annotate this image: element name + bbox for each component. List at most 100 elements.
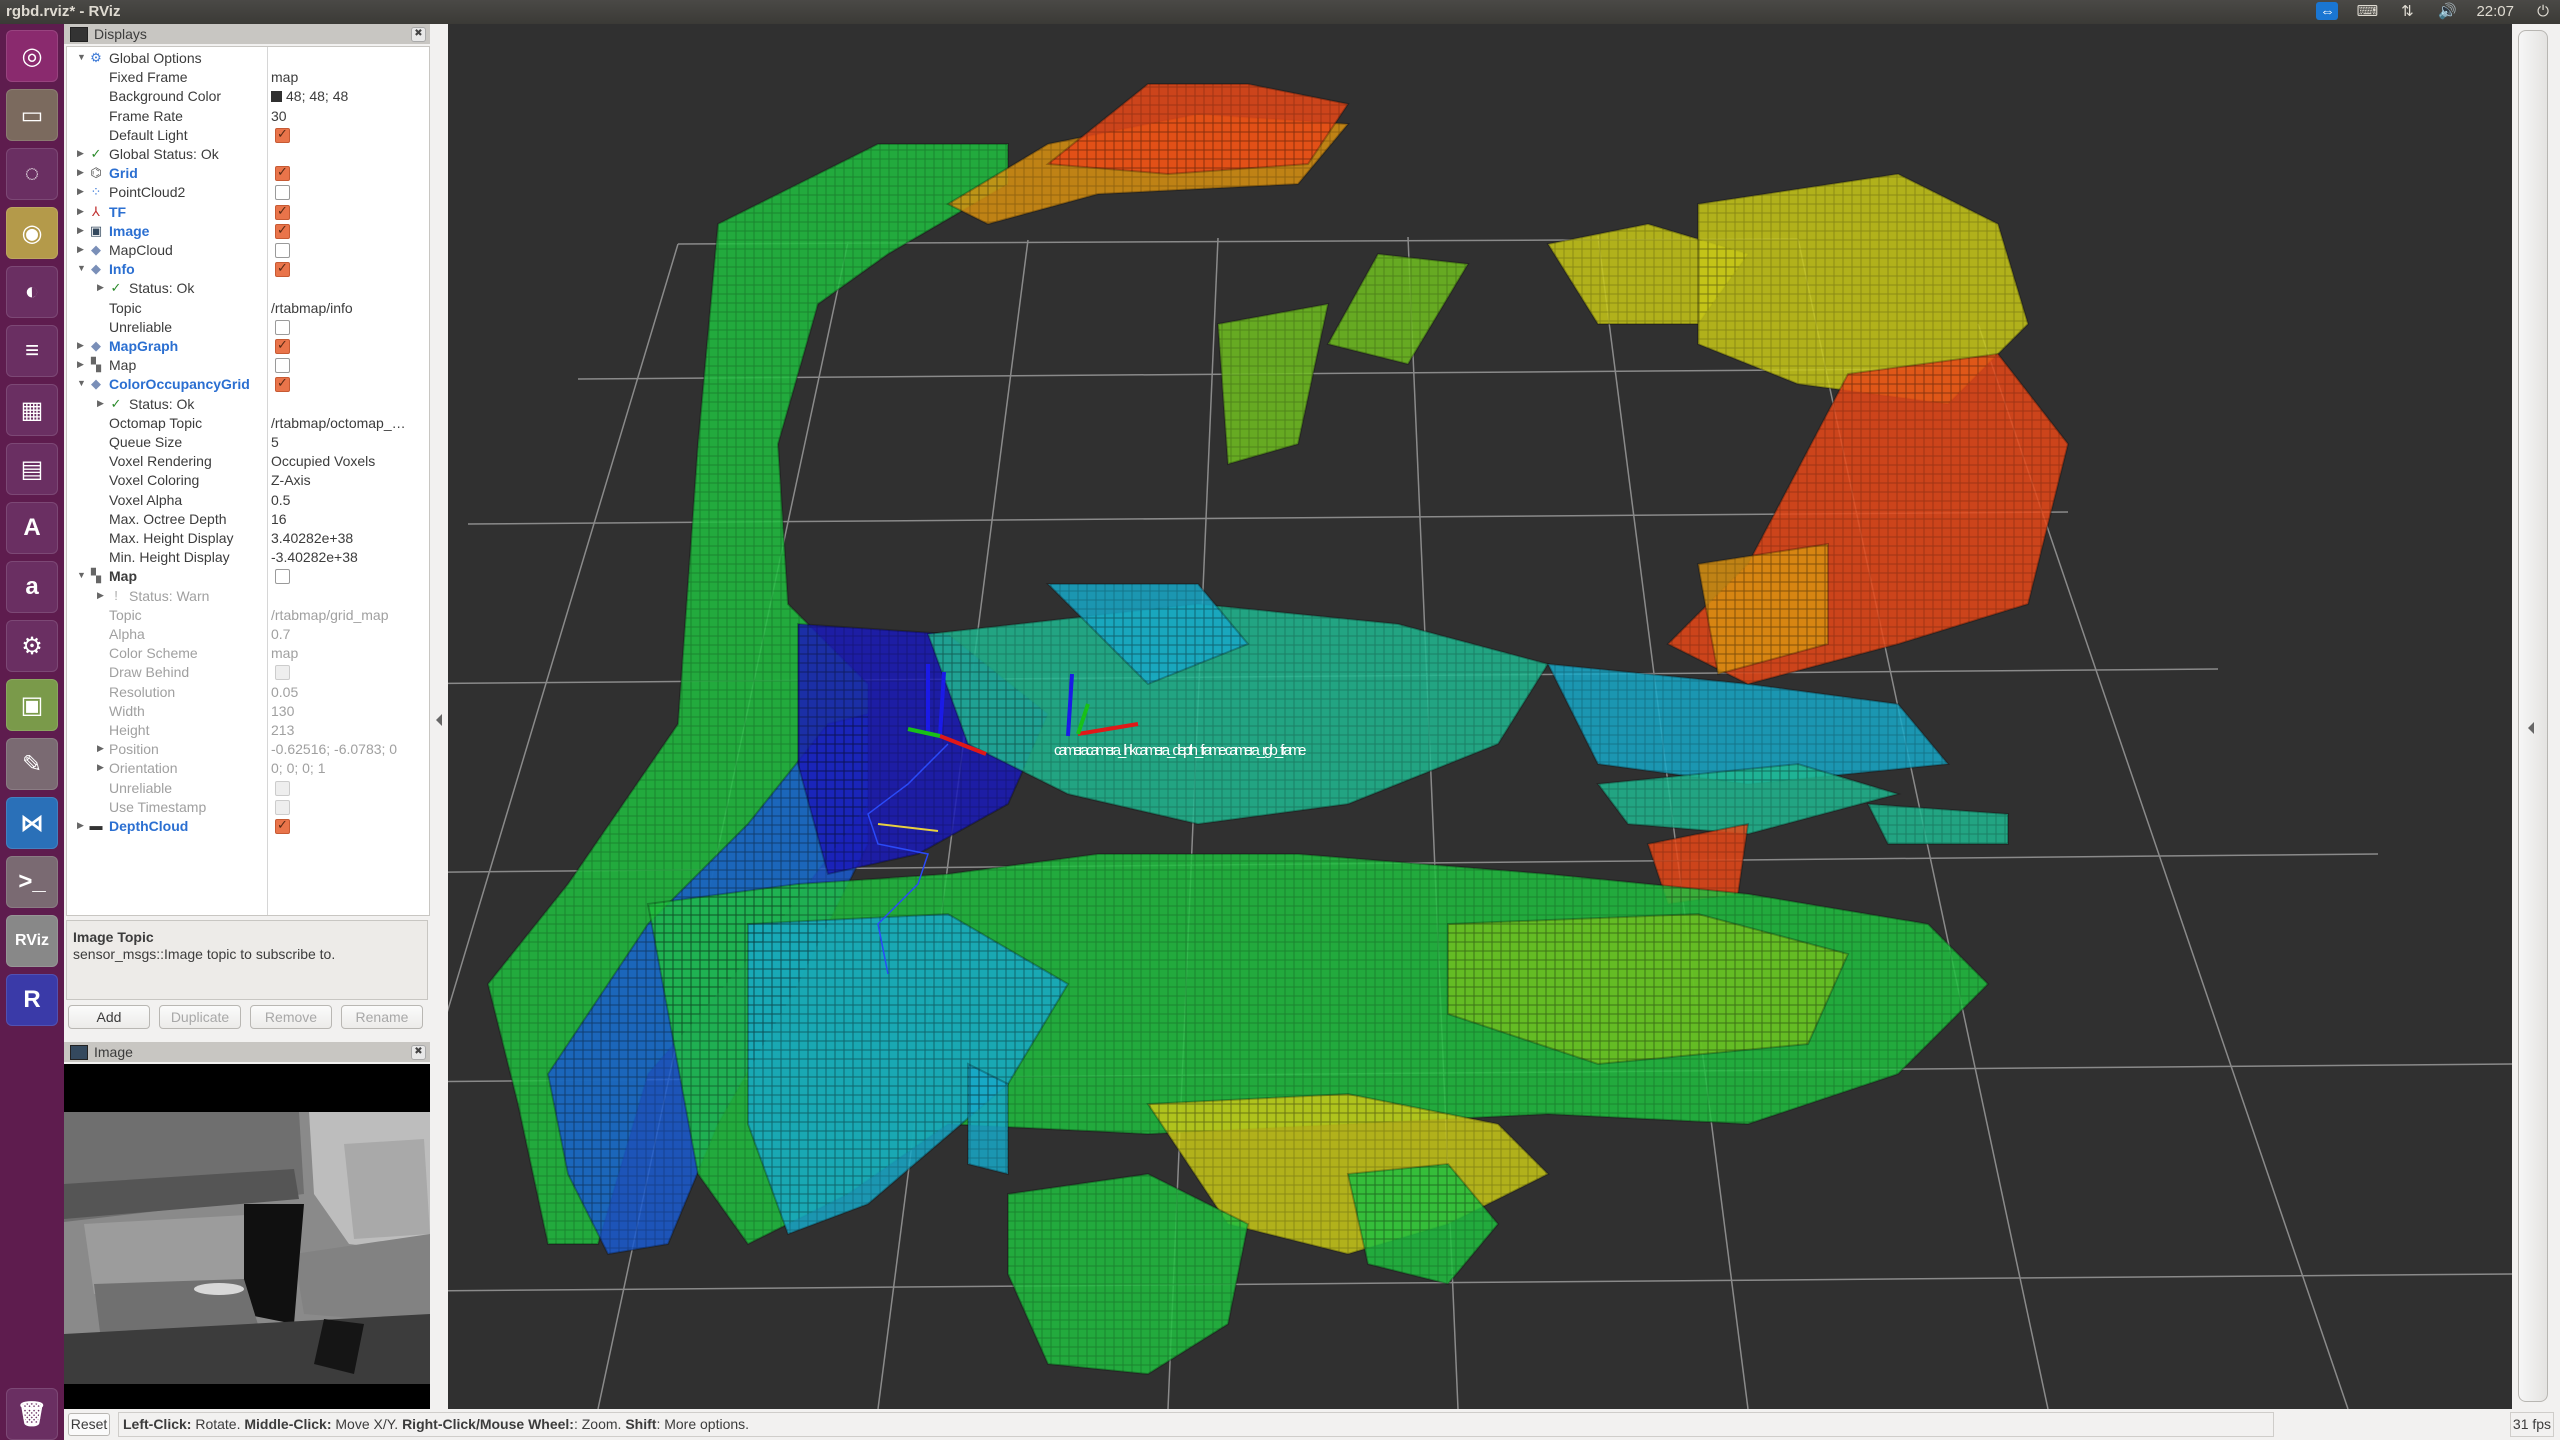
- launcher-chat-app[interactable]: ◌: [6, 148, 58, 200]
- display-tree-row[interactable]: ▶ ◆ MapCloud: [67, 241, 427, 260]
- row-value[interactable]: Occupied Voxels: [271, 453, 375, 469]
- display-tree-row[interactable]: ▶ ◆ MapGraph: [67, 337, 427, 356]
- row-value[interactable]: 3.40282e+38: [271, 530, 353, 546]
- display-tree-row[interactable]: Alpha 0.7: [67, 625, 427, 644]
- launcher-chrome[interactable]: ◉: [6, 207, 58, 259]
- close-icon[interactable]: ✖: [411, 27, 426, 42]
- enable-checkbox[interactable]: [275, 375, 290, 393]
- add-button[interactable]: Add: [68, 1005, 150, 1029]
- display-tree-row[interactable]: ▶ ▣ Image: [67, 222, 427, 241]
- row-value[interactable]: 213: [271, 722, 294, 738]
- display-tree-row[interactable]: Draw Behind: [67, 663, 427, 682]
- enable-checkbox[interactable]: [275, 780, 290, 796]
- row-value[interactable]: map: [271, 645, 298, 661]
- display-tree-row[interactable]: Unreliable: [67, 318, 427, 337]
- display-tree-row[interactable]: ▶! Status: Warn: [67, 587, 427, 606]
- launcher-vscode[interactable]: ⋈: [6, 797, 58, 849]
- launcher-text-editor[interactable]: ✎: [6, 738, 58, 790]
- launcher-software-center[interactable]: A: [6, 502, 58, 554]
- power-icon[interactable]: ⏻: [2532, 2, 2554, 20]
- row-value[interactable]: 0; 0; 0; 1: [271, 760, 325, 776]
- row-value[interactable]: 0.05: [271, 684, 298, 700]
- row-value[interactable]: -3.40282e+38: [271, 549, 358, 565]
- launcher-firefox[interactable]: ◐: [6, 266, 58, 318]
- display-tree-row[interactable]: Voxel Rendering Occupied Voxels: [67, 452, 427, 471]
- row-value[interactable]: 130: [271, 703, 294, 719]
- 3d-scene[interactable]: [448, 24, 2512, 1409]
- launcher-libreoffice-calc[interactable]: ▦: [6, 384, 58, 436]
- expand-arrow-icon[interactable]: ▼: [77, 378, 86, 388]
- enable-checkbox[interactable]: [275, 243, 290, 258]
- display-tree-row[interactable]: Unreliable: [67, 779, 427, 798]
- row-value[interactable]: 48; 48; 48: [271, 88, 348, 104]
- clock[interactable]: 22:07: [2476, 3, 2514, 20]
- display-tree-row[interactable]: Max. Height Display 3.40282e+38: [67, 529, 427, 548]
- enable-checkbox[interactable]: [275, 260, 290, 278]
- row-value[interactable]: 30: [271, 108, 287, 124]
- launcher-system-settings[interactable]: ⚙: [6, 620, 58, 672]
- enable-checkbox[interactable]: [275, 185, 290, 201]
- display-tree-row[interactable]: Queue Size 5: [67, 433, 427, 452]
- display-tree-row[interactable]: Topic/rtabmap/info: [67, 299, 427, 318]
- collapse-arrow-icon[interactable]: ▶: [77, 359, 84, 370]
- display-tree-row[interactable]: Background Color 48; 48; 48: [67, 87, 427, 106]
- display-tree-row[interactable]: ▶ Orientation 0; 0; 0; 1: [67, 759, 427, 778]
- display-tree-row[interactable]: Width 130: [67, 702, 427, 721]
- duplicate-button[interactable]: Duplicate: [159, 1005, 241, 1029]
- enable-checkbox[interactable]: [275, 665, 290, 681]
- launcher-trash[interactable]: 🗑: [6, 1388, 58, 1440]
- keyboard-icon[interactable]: ⌨: [2356, 2, 2379, 20]
- display-tree-row[interactable]: ▶ ⁘ PointCloud2: [67, 183, 427, 202]
- enable-checkbox[interactable]: [275, 358, 290, 374]
- enable-checkbox[interactable]: [275, 569, 290, 585]
- display-tree-row[interactable]: ▶ Position -0.62516; -6.0783; 0: [67, 740, 427, 759]
- launcher-terminal[interactable]: >_: [6, 856, 58, 908]
- display-tree-row[interactable]: ▶ ✓ Global Status: Ok: [67, 145, 427, 164]
- expand-views-arrow-icon[interactable]: [2528, 722, 2534, 734]
- collapse-arrow-icon[interactable]: ▶: [77, 167, 84, 178]
- collapse-arrow-icon[interactable]: ▶: [77, 340, 84, 351]
- displays-tree[interactable]: ▼ ⚙ Global Options Fixed Frame map Background…: [66, 46, 430, 916]
- collapse-arrow-icon[interactable]: ▶: [97, 282, 104, 293]
- display-tree-row[interactable]: ▶ ✓ Status: Ok: [67, 279, 427, 298]
- collapse-arrow-icon[interactable]: ▶: [97, 590, 104, 601]
- row-value[interactable]: -0.62516; -6.0783; 0: [271, 741, 397, 757]
- display-tree-row[interactable]: ▶ ▚ Map: [67, 356, 427, 375]
- remove-button[interactable]: Remove: [250, 1005, 332, 1029]
- display-tree-row[interactable]: ▼ ◆ ColorOccupancyGrid: [67, 375, 427, 394]
- enable-checkbox[interactable]: [275, 337, 290, 354]
- collapse-left-arrow-icon[interactable]: [436, 714, 442, 726]
- enable-checkbox[interactable]: [275, 203, 290, 220]
- collapse-arrow-icon[interactable]: ▶: [77, 186, 84, 197]
- launcher-libreoffice-impress[interactable]: ▤: [6, 443, 58, 495]
- expand-arrow-icon[interactable]: ▼: [77, 570, 86, 580]
- display-tree-row[interactable]: ▼ ◆ Info: [67, 260, 427, 279]
- views-panel-handle[interactable]: [2518, 30, 2548, 1402]
- row-value[interactable]: /rtabmap/grid_map: [271, 607, 389, 623]
- launcher-amazon[interactable]: a: [6, 561, 58, 613]
- collapse-arrow-icon[interactable]: ▶: [97, 743, 104, 754]
- display-tree-row[interactable]: ▶ ✓ Status: Ok: [67, 395, 427, 414]
- display-tree-row[interactable]: Frame Rate 30: [67, 107, 427, 126]
- panel-splitter[interactable]: [430, 24, 448, 1409]
- teamviewer-icon[interactable]: ⇔: [2316, 2, 2339, 20]
- launcher-rviz[interactable]: RViz: [6, 915, 58, 967]
- display-tree-row[interactable]: Voxel Alpha 0.5: [67, 491, 427, 510]
- display-tree-row[interactable]: Min. Height Display -3.40282e+38: [67, 548, 427, 567]
- row-value[interactable]: 0.5: [271, 492, 290, 508]
- collapse-arrow-icon[interactable]: ▶: [77, 244, 84, 255]
- color-swatch[interactable]: [271, 91, 282, 103]
- display-tree-row[interactable]: Use Timestamp: [67, 798, 427, 817]
- display-tree-row[interactable]: Default Light: [67, 126, 427, 145]
- row-value[interactable]: /rtabmap/info: [271, 300, 353, 316]
- network-icon[interactable]: ⇅: [2396, 2, 2418, 20]
- rename-button[interactable]: Rename: [341, 1005, 423, 1029]
- display-tree-row[interactable]: Color Scheme map: [67, 644, 427, 663]
- collapse-arrow-icon[interactable]: ▶: [77, 148, 84, 159]
- display-tree-row[interactable]: ▼ ⚙ Global Options: [67, 49, 427, 68]
- display-tree-row[interactable]: Voxel Coloring Z-Axis: [67, 471, 427, 490]
- enable-checkbox[interactable]: [275, 799, 290, 815]
- 3d-render-view[interactable]: cameracamera_link camera_depth_frame cam…: [448, 24, 2512, 1409]
- launcher-rtabmap[interactable]: R: [6, 974, 58, 1026]
- enable-checkbox[interactable]: [275, 126, 290, 143]
